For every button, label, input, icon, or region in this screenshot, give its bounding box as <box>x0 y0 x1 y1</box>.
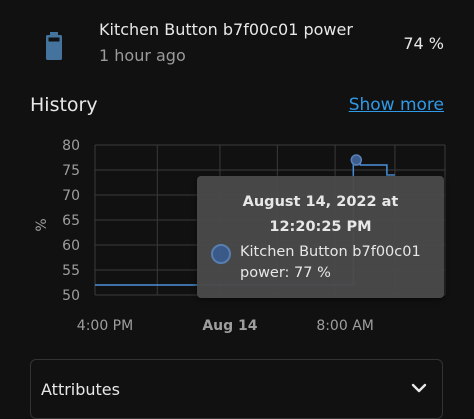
y-tick-label: 50 <box>62 288 80 304</box>
tooltip-title: August 14, 2022 at 12:20:25 PM <box>242 194 399 235</box>
x-tick-label: Aug 14 <box>202 318 257 334</box>
tooltip-series-marker <box>211 244 231 264</box>
attributes-expander[interactable]: Attributes <box>30 359 443 419</box>
y-tick-label: 80 <box>62 138 80 154</box>
chart-tooltip: August 14, 2022 at 12:20:25 PM Kitchen B… <box>197 176 444 298</box>
entity-header: Kitchen Button b7f00c01 power 1 hour ago… <box>0 0 474 90</box>
highlight-point <box>350 154 363 166</box>
x-tick-label: 8:00 AM <box>316 318 374 334</box>
tooltip-series-label: Kitchen Button b7f00c01 power: 77 % <box>240 244 421 281</box>
last-changed-time: 1 hour ago <box>99 46 186 65</box>
show-more-link[interactable]: Show more <box>349 95 444 115</box>
history-title: History <box>30 94 98 116</box>
chevron-down-icon[interactable] <box>410 382 428 394</box>
y-tick-label: 65 <box>62 213 80 229</box>
entity-state: 74 % <box>403 34 444 53</box>
y-tick-label: 55 <box>62 263 80 279</box>
y-tick-label: 70 <box>62 188 80 204</box>
y-tick-label: 75 <box>62 163 80 179</box>
attributes-label: Attributes <box>41 380 120 399</box>
y-tick-label: 60 <box>62 238 80 254</box>
x-tick-label: 4:00 PM <box>77 318 133 334</box>
entity-name: Kitchen Button b7f00c01 power <box>99 20 353 39</box>
battery-icon <box>46 32 62 60</box>
y-axis-label: % <box>34 218 50 231</box>
